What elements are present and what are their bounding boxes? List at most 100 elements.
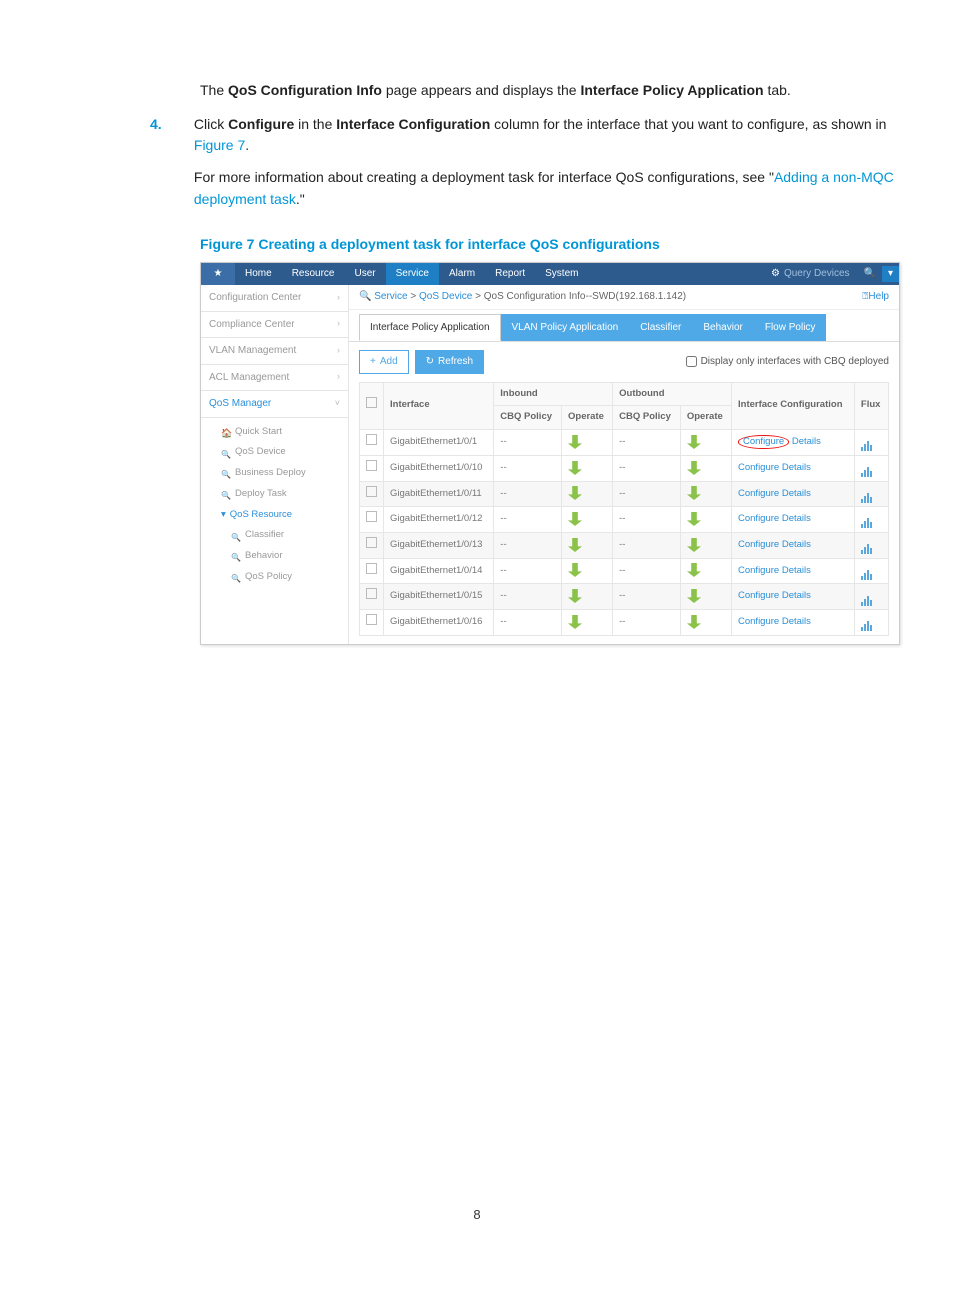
- flux-icon[interactable]: [861, 462, 873, 472]
- display-cbq-checkbox[interactable]: Display only interfaces with CBQ deploye…: [686, 354, 889, 370]
- download-icon[interactable]: [568, 512, 582, 526]
- flux-icon[interactable]: [861, 437, 873, 447]
- cell-flux[interactable]: [854, 455, 888, 481]
- topnav-resource[interactable]: Resource: [282, 263, 345, 285]
- tree-quick-start[interactable]: Quick Start: [215, 422, 348, 443]
- cell-flux[interactable]: [854, 481, 888, 507]
- tab-vlan-policy-application[interactable]: VLAN Policy Application: [501, 314, 630, 342]
- details-link[interactable]: Details: [782, 513, 811, 524]
- row-checkbox[interactable]: [366, 434, 377, 445]
- cell-out-operate[interactable]: [680, 455, 731, 481]
- topnav-home[interactable]: Home: [235, 263, 282, 285]
- download-icon[interactable]: [568, 435, 582, 449]
- topnav-alarm[interactable]: Alarm: [439, 263, 485, 285]
- row-checkbox[interactable]: [366, 614, 377, 625]
- tree-qos-policy[interactable]: QoS Policy: [225, 567, 348, 588]
- topnav-user[interactable]: User: [345, 263, 386, 285]
- row-checkbox[interactable]: [366, 511, 377, 522]
- figure-7-link[interactable]: Figure 7: [194, 137, 245, 153]
- tree-behavior[interactable]: Behavior: [225, 546, 348, 567]
- configure-link[interactable]: Configure: [738, 513, 779, 524]
- cell-in-operate[interactable]: [562, 532, 613, 558]
- cell-flux[interactable]: [854, 430, 888, 456]
- download-icon[interactable]: [568, 486, 582, 500]
- search-icon[interactable]: 🔍: [858, 266, 882, 282]
- details-link[interactable]: Details: [792, 436, 821, 447]
- flux-icon[interactable]: [861, 488, 873, 498]
- tree-classifier[interactable]: Classifier: [225, 525, 348, 546]
- download-icon[interactable]: [568, 615, 582, 629]
- row-checkbox[interactable]: [366, 563, 377, 574]
- cell-flux[interactable]: [854, 610, 888, 636]
- configure-link[interactable]: Configure: [738, 435, 789, 449]
- details-link[interactable]: Details: [782, 488, 811, 499]
- configure-link[interactable]: Configure: [738, 488, 779, 499]
- cell-out-operate[interactable]: [680, 532, 731, 558]
- cell-out-operate[interactable]: [680, 558, 731, 584]
- select-all-checkbox[interactable]: [366, 397, 377, 408]
- cell-flux[interactable]: [854, 558, 888, 584]
- tab-flow-policy[interactable]: Flow Policy: [754, 314, 827, 342]
- gear-icon[interactable]: ⚙: [767, 266, 784, 282]
- configure-link[interactable]: Configure: [738, 616, 779, 627]
- details-link[interactable]: Details: [782, 590, 811, 601]
- flux-icon[interactable]: [861, 565, 873, 575]
- tree-qos-resource[interactable]: ▾ QoS Resource: [215, 505, 348, 526]
- configure-link[interactable]: Configure: [738, 462, 779, 473]
- dropdown-icon[interactable]: ▾: [882, 266, 899, 282]
- display-cbq-checkbox-input[interactable]: [686, 356, 697, 367]
- topnav-report[interactable]: Report: [485, 263, 535, 285]
- details-link[interactable]: Details: [782, 565, 811, 576]
- cell-in-operate[interactable]: [562, 558, 613, 584]
- row-checkbox[interactable]: [366, 486, 377, 497]
- tab-interface-policy-application[interactable]: Interface Policy Application: [359, 314, 501, 342]
- tree-deploy-task[interactable]: Deploy Task: [215, 484, 348, 505]
- topnav-service[interactable]: Service: [386, 263, 439, 285]
- cell-in-operate[interactable]: [562, 430, 613, 456]
- flux-icon[interactable]: [861, 514, 873, 524]
- configure-link[interactable]: Configure: [738, 590, 779, 601]
- configure-link[interactable]: Configure: [738, 565, 779, 576]
- cell-flux[interactable]: [854, 532, 888, 558]
- configure-link[interactable]: Configure: [738, 539, 779, 550]
- help-link[interactable]: ⍰Help: [862, 289, 889, 305]
- details-link[interactable]: Details: [782, 616, 811, 627]
- download-icon[interactable]: [687, 512, 701, 526]
- details-link[interactable]: Details: [782, 539, 811, 550]
- flux-icon[interactable]: [861, 591, 873, 601]
- download-icon[interactable]: [687, 461, 701, 475]
- flux-icon[interactable]: [861, 539, 873, 549]
- topnav-system[interactable]: System: [535, 263, 588, 285]
- download-icon[interactable]: [687, 538, 701, 552]
- row-checkbox[interactable]: [366, 537, 377, 548]
- download-icon[interactable]: [568, 563, 582, 577]
- cell-in-operate[interactable]: [562, 455, 613, 481]
- cell-out-operate[interactable]: [680, 430, 731, 456]
- download-icon[interactable]: [687, 435, 701, 449]
- details-link[interactable]: Details: [782, 462, 811, 473]
- cell-flux[interactable]: [854, 584, 888, 610]
- download-icon[interactable]: [568, 589, 582, 603]
- download-icon[interactable]: [687, 486, 701, 500]
- cell-out-operate[interactable]: [680, 481, 731, 507]
- download-icon[interactable]: [687, 589, 701, 603]
- sidebar-item-vlan-management[interactable]: VLAN Management›: [201, 338, 348, 365]
- download-icon[interactable]: [687, 615, 701, 629]
- cell-in-operate[interactable]: [562, 584, 613, 610]
- cell-out-operate[interactable]: [680, 610, 731, 636]
- refresh-button[interactable]: ↻Refresh: [415, 350, 484, 374]
- sidebar-item-compliance-center[interactable]: Compliance Center›: [201, 312, 348, 339]
- cell-flux[interactable]: [854, 507, 888, 533]
- download-icon[interactable]: [568, 538, 582, 552]
- sidebar-item-qos-manager[interactable]: QoS Manager˅: [201, 391, 348, 418]
- query-devices-input[interactable]: Query Devices: [784, 266, 858, 282]
- flux-icon[interactable]: [861, 617, 873, 627]
- add-button[interactable]: +Add: [359, 350, 409, 374]
- row-checkbox[interactable]: [366, 588, 377, 599]
- sidebar-item-configuration-center[interactable]: Configuration Center›: [201, 285, 348, 312]
- cell-in-operate[interactable]: [562, 610, 613, 636]
- download-icon[interactable]: [687, 563, 701, 577]
- tab-classifier[interactable]: Classifier: [629, 314, 692, 342]
- sidebar-item-acl-management[interactable]: ACL Management›: [201, 365, 348, 392]
- cell-in-operate[interactable]: [562, 481, 613, 507]
